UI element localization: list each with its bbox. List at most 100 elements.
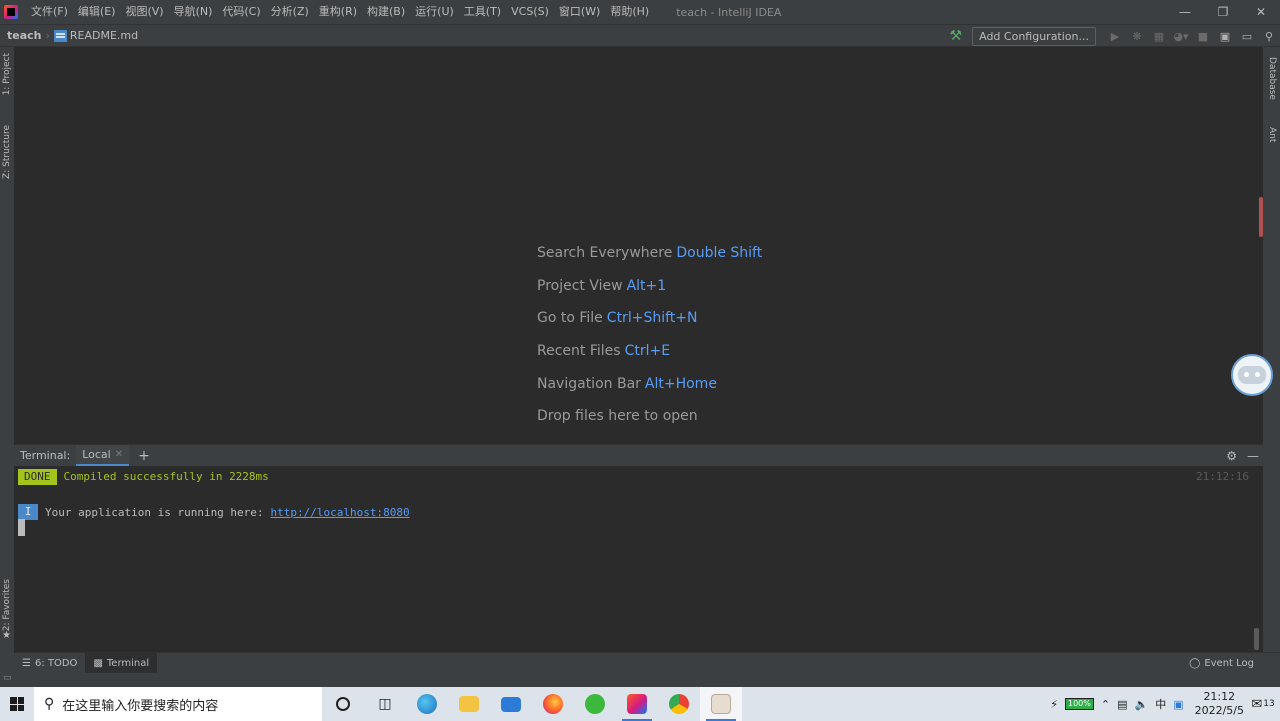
minimize-button[interactable]: — bbox=[1166, 0, 1204, 24]
terminal-title: Terminal: bbox=[20, 449, 71, 462]
task-view-icon: ◫ bbox=[378, 696, 392, 712]
hint-project-view: Project View Alt+1 bbox=[537, 277, 667, 294]
menu-run[interactable]: 运行(U) bbox=[410, 0, 459, 24]
tool-tab-project[interactable]: 1: Project bbox=[0, 53, 14, 95]
window-title: teach - IntelliJ IDEA bbox=[676, 5, 782, 19]
layout-toggle-icon[interactable]: ▭ bbox=[3, 673, 12, 683]
event-log-button[interactable]: ◯ Event Log bbox=[1189, 653, 1254, 674]
chrome-icon bbox=[669, 694, 689, 714]
terminal-output[interactable]: DONE Compiled successfully in 2228ms 21:… bbox=[14, 466, 1263, 652]
new-terminal-icon[interactable]: + bbox=[138, 448, 150, 464]
clock-date: 2022/5/5 bbox=[1194, 704, 1244, 717]
menu-code[interactable]: 代码(C) bbox=[217, 0, 265, 24]
run-icon[interactable]: ▶ bbox=[1104, 30, 1126, 43]
left-tool-strip: 1: Project Z: Structure 2: Favorites ★ bbox=[0, 47, 14, 687]
chevron-up-icon[interactable]: ⌃ bbox=[1101, 698, 1110, 711]
breadcrumb-project[interactable]: teach bbox=[7, 29, 42, 42]
project-structure-icon[interactable]: ▣ bbox=[1214, 30, 1236, 43]
hint-navigation-bar: Navigation Bar Alt+Home bbox=[537, 375, 717, 392]
stop-icon[interactable]: ■ bbox=[1192, 30, 1214, 43]
windows-taskbar: ⚲ 在这里输入你要搜索的内容 ◫ ⚡ 100% ⌃ ▤ 🔈 中 ▣ 21:12 … bbox=[0, 687, 1280, 721]
search-placeholder: 在这里输入你要搜索的内容 bbox=[62, 698, 219, 714]
restore-icon: ❐ bbox=[1217, 5, 1229, 19]
terminal-timestamp: 21:12:16 bbox=[1196, 470, 1249, 483]
taskbar-browser[interactable] bbox=[574, 687, 616, 721]
localhost-link[interactable]: http://localhost:8080 bbox=[271, 506, 410, 519]
terminal-scrollbar[interactable] bbox=[1254, 628, 1259, 650]
hint-recent-files: Recent Files Ctrl+E bbox=[537, 343, 671, 360]
taskbar-chrome[interactable] bbox=[658, 687, 700, 721]
event-log-icon: ◯ bbox=[1189, 658, 1201, 669]
close-icon[interactable]: ✕ bbox=[115, 449, 123, 460]
cortana-button[interactable] bbox=[322, 687, 364, 721]
menu-help[interactable]: 帮助(H) bbox=[605, 0, 654, 24]
coverage-icon[interactable]: ▦ bbox=[1148, 30, 1170, 43]
system-tray: ⚡ 100% ⌃ ▤ 🔈 中 ▣ 21:12 2022/5/5 ✉ 13 bbox=[1050, 687, 1280, 721]
editor-hints: Search Everywhere Double Shift Project Vi… bbox=[537, 243, 762, 439]
taskbar-edge[interactable] bbox=[406, 687, 448, 721]
editor-empty-area[interactable]: Search Everywhere Double Shift Project Vi… bbox=[14, 47, 1263, 444]
tool-tab-terminal[interactable]: ▩ Terminal bbox=[85, 652, 158, 674]
build-hammer-icon[interactable]: ⚒ bbox=[950, 28, 963, 44]
menu-refactor[interactable]: 重构(R) bbox=[314, 0, 362, 24]
edge-icon bbox=[417, 694, 437, 714]
hide-panel-icon[interactable]: — bbox=[1247, 449, 1259, 463]
debug-icon[interactable]: ❋ bbox=[1126, 30, 1148, 43]
menu-vcs[interactable]: VCS(S) bbox=[506, 0, 554, 24]
tool-tab-ant[interactable]: Ant bbox=[1263, 127, 1280, 142]
ime-indicator[interactable]: 中 bbox=[1155, 696, 1166, 712]
menu-analyze[interactable]: 分析(Z) bbox=[266, 0, 314, 24]
hint-search-everywhere: Search Everywhere Double Shift bbox=[537, 245, 763, 261]
close-button[interactable]: ✕ bbox=[1242, 0, 1280, 24]
battery-indicator[interactable]: 100% bbox=[1064, 698, 1094, 710]
taskbar-active-app[interactable] bbox=[700, 687, 742, 721]
terminal-tab-label: Local bbox=[82, 447, 111, 461]
tool-tab-favorites[interactable]: 2: Favorites bbox=[0, 579, 14, 631]
taskbar-firefox[interactable] bbox=[532, 687, 574, 721]
network-icon[interactable]: ▤ bbox=[1117, 698, 1127, 711]
menu-view[interactable]: 视图(V) bbox=[120, 0, 168, 24]
taskbar-file-explorer[interactable] bbox=[448, 687, 490, 721]
hint-shortcut: Ctrl+E bbox=[624, 343, 671, 360]
minimize-icon: — bbox=[1179, 5, 1191, 19]
editor-scroll-marker[interactable] bbox=[1259, 197, 1263, 237]
breadcrumb-file[interactable]: README.md bbox=[70, 29, 138, 42]
intellij-logo-icon[interactable] bbox=[4, 5, 18, 19]
menu-navigate[interactable]: 导航(N) bbox=[169, 0, 218, 24]
menu-file[interactable]: 文件(F) bbox=[26, 0, 73, 24]
toggle-toolwindows-icon[interactable]: ▭ bbox=[1236, 30, 1258, 43]
notification-count: 13 bbox=[1263, 699, 1275, 709]
search-icon: ⚲ bbox=[44, 696, 55, 712]
tray-app-icon[interactable]: ▣ bbox=[1173, 698, 1183, 711]
main-menu: 文件(F) 编辑(E) 视图(V) 导航(N) 代码(C) 分析(Z) 重构(R… bbox=[26, 0, 654, 24]
terminal-tab-local[interactable]: Local ✕ bbox=[76, 444, 130, 467]
cortana-icon bbox=[336, 697, 350, 711]
add-configuration-button[interactable]: Add Configuration... bbox=[972, 26, 1096, 46]
markdown-file-icon bbox=[53, 29, 67, 42]
assistant-face-icon bbox=[1238, 366, 1266, 384]
power-icon[interactable]: ⚡ bbox=[1050, 698, 1058, 711]
menu-window[interactable]: 窗口(W) bbox=[554, 0, 605, 24]
menu-edit[interactable]: 编辑(E) bbox=[73, 0, 121, 24]
profile-icon[interactable]: ◕▾ bbox=[1170, 30, 1192, 43]
tool-tab-structure[interactable]: Z: Structure bbox=[0, 125, 14, 179]
tool-tab-todo[interactable]: ☰ 6: TODO bbox=[14, 653, 85, 674]
taskbar-search[interactable]: ⚲ 在这里输入你要搜索的内容 bbox=[34, 687, 322, 721]
start-button[interactable] bbox=[0, 687, 34, 721]
menu-build[interactable]: 构建(B) bbox=[362, 0, 410, 24]
mail-icon bbox=[501, 696, 521, 712]
terminal-icon: ▩ bbox=[93, 657, 103, 669]
taskbar-intellij[interactable] bbox=[616, 687, 658, 721]
bottom-tool-bar: ☰ 6: TODO ▩ Terminal ◯ Event Log bbox=[14, 652, 1280, 674]
search-icon[interactable]: ⚲ bbox=[1258, 30, 1280, 43]
task-view-button[interactable]: ◫ bbox=[364, 687, 406, 721]
floating-assistant-icon[interactable] bbox=[1231, 354, 1273, 396]
tool-tab-database[interactable]: Database bbox=[1263, 57, 1280, 100]
taskbar-mail[interactable] bbox=[490, 687, 532, 721]
notification-center-button[interactable]: ✉ 13 bbox=[1251, 687, 1275, 721]
restore-button[interactable]: ❐ bbox=[1204, 0, 1242, 24]
volume-icon[interactable]: 🔈 bbox=[1134, 698, 1148, 711]
gear-icon[interactable]: ⚙ bbox=[1226, 449, 1237, 463]
clock[interactable]: 21:12 2022/5/5 bbox=[1195, 690, 1244, 718]
menu-tools[interactable]: 工具(T) bbox=[459, 0, 506, 24]
